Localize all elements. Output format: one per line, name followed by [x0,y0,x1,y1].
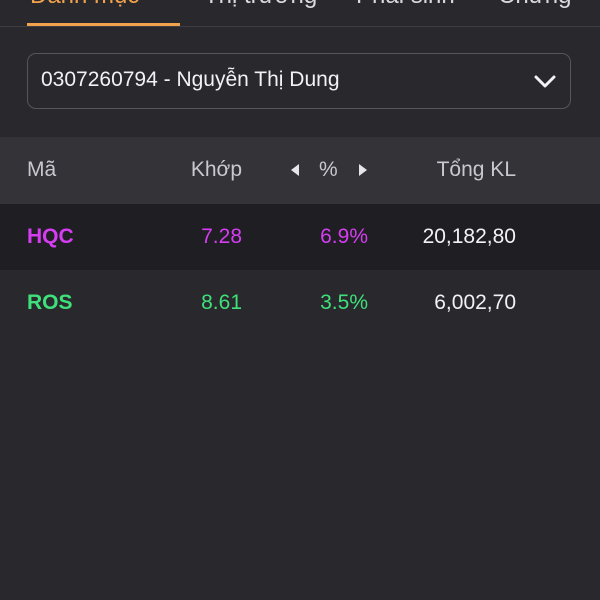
table-row[interactable]: HQC 7.28 6.9% 20,182,80 [0,204,600,270]
tab-chung[interactable]: Chứng [498,0,571,26]
row-total-volume: 6,002,70 [434,291,516,314]
row-symbol: ROS [27,291,73,314]
tab-phai-sinh[interactable]: Phái sinh [356,0,455,26]
caret-left-icon[interactable] [291,164,299,176]
app-root: Danh mục Thị trường Phái sinh Chứng 0307… [0,0,600,600]
active-tab-indicator [27,23,180,26]
chevron-down-icon [534,75,556,88]
header-match-price: Khớp [190,158,242,181]
row-match-price: 8.61 [201,291,242,314]
account-dropdown-value: 0307260794 - Nguyễn Thị Dung [41,68,340,91]
row-match-price: 7.28 [201,225,242,248]
account-dropdown[interactable]: 0307260794 - Nguyễn Thị Dung [27,53,571,109]
header-total-volume: Tổng KL [436,158,516,181]
tab-thi-truong[interactable]: Thị trường [204,0,317,26]
top-tab-bar: Danh mục Thị trường Phái sinh Chứng [0,0,600,27]
table-header: Mã Khớp % Tổng KL [0,137,600,204]
table-row[interactable]: ROS 8.61 3.5% 6,002,70 [0,270,600,336]
header-symbol: Mã [27,158,57,181]
caret-right-icon[interactable] [359,164,367,176]
row-total-volume: 20,182,80 [422,225,516,248]
row-symbol: HQC [27,225,74,248]
row-percent: 6.9% [320,225,368,248]
header-percent: % [319,158,338,181]
row-percent: 3.5% [320,291,368,314]
